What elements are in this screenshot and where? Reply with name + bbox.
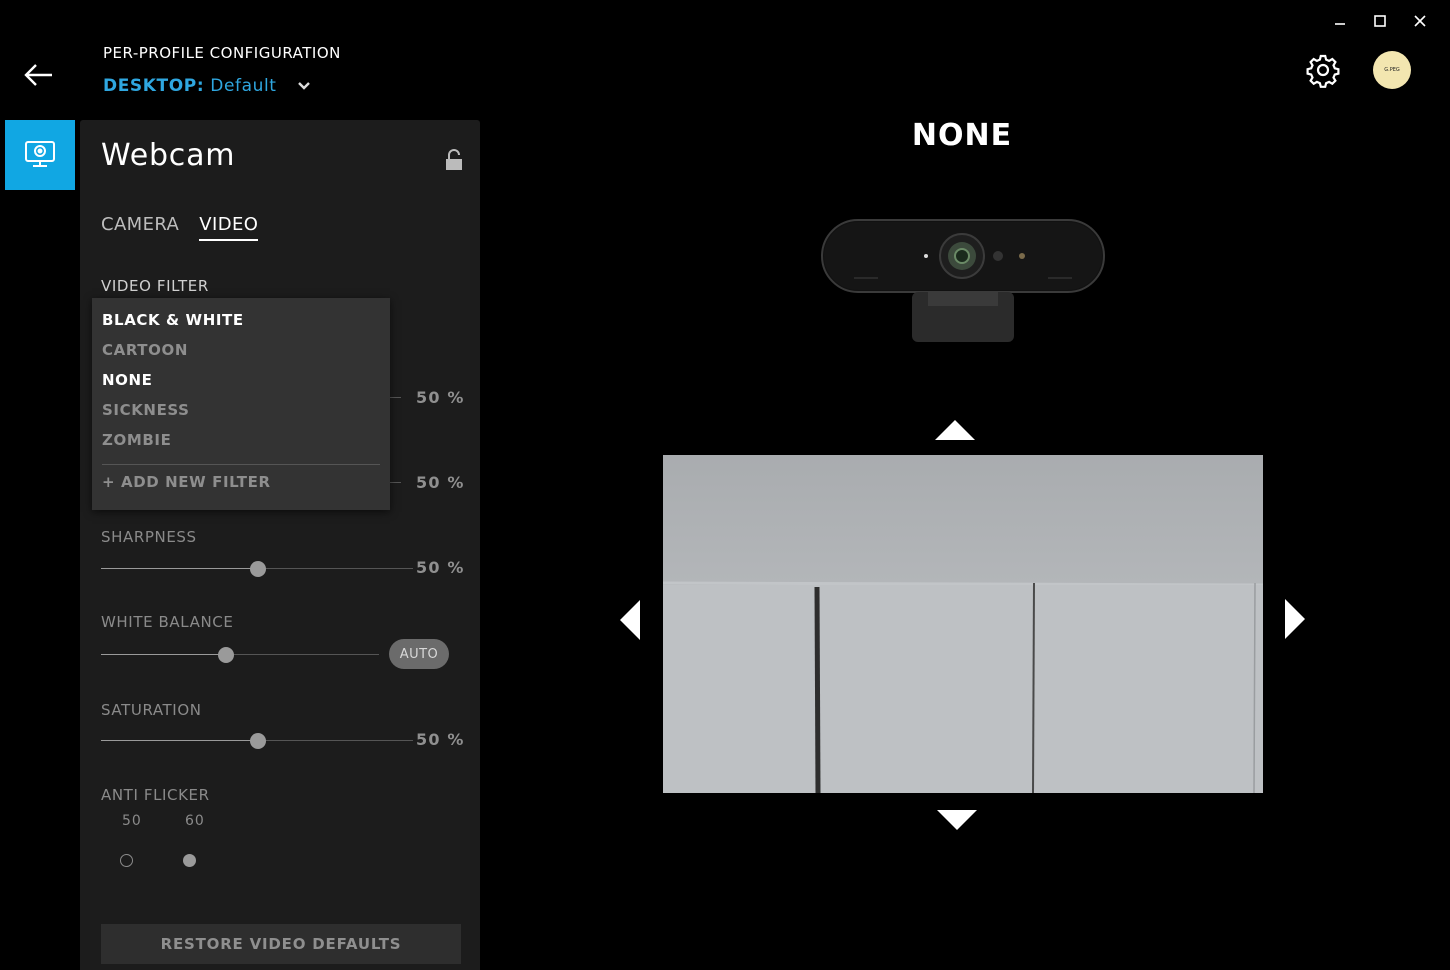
anti-flicker-label: ANTI FLICKER xyxy=(101,786,210,804)
anti-flicker-option-50-label: 50 xyxy=(122,813,142,829)
avatar-text: G.PEG xyxy=(1384,67,1400,73)
device-label: DESKTOP: xyxy=(103,76,205,96)
add-new-filter-button[interactable]: + ADD NEW FILTER xyxy=(102,473,271,491)
window-controls xyxy=(1320,8,1440,34)
tab-video[interactable]: VIDEO xyxy=(199,214,259,241)
unlock-icon xyxy=(446,149,462,170)
back-button[interactable] xyxy=(22,60,58,90)
anti-flicker-option-60-label: 60 xyxy=(185,813,205,829)
saturation-label: SATURATION xyxy=(101,701,202,719)
tilt-down-arrow-icon[interactable] xyxy=(937,810,977,830)
minimize-button[interactable] xyxy=(1320,8,1360,34)
filter-option-zombie[interactable]: ZOMBIE xyxy=(102,431,171,449)
video-filter-label: VIDEO FILTER xyxy=(101,277,209,295)
saturation-slider[interactable] xyxy=(101,731,413,751)
white-balance-auto-button[interactable]: AUTO xyxy=(389,639,449,669)
pan-right-arrow-icon[interactable] xyxy=(1285,599,1305,639)
minimize-icon xyxy=(1335,23,1345,25)
dropdown-divider xyxy=(102,464,380,465)
arrow-left-icon xyxy=(24,64,52,86)
tilt-up-arrow-icon[interactable] xyxy=(935,420,975,440)
avatar[interactable]: G.PEG xyxy=(1373,51,1411,89)
profile-name: Default xyxy=(210,76,277,96)
slider-2-value: 50 % xyxy=(416,473,465,492)
video-filter-dropdown: BLACK & WHITE CARTOON NONE SICKNESS ZOMB… xyxy=(92,298,390,510)
webcam-settings-panel: Webcam CAMERA VIDEO VIDEO FILTER 50 % 50… xyxy=(80,120,480,970)
camera-preview-image xyxy=(663,455,1263,793)
saturation-value: 50 % xyxy=(416,730,465,749)
pan-left-arrow-icon[interactable] xyxy=(620,600,640,640)
sharpness-slider[interactable] xyxy=(101,559,413,579)
maximize-icon xyxy=(1374,15,1386,27)
chevron-down-icon xyxy=(297,82,310,90)
saturation-slider-knob[interactable] xyxy=(250,733,266,749)
close-button[interactable] xyxy=(1400,8,1440,34)
gear-icon xyxy=(1306,54,1340,88)
page-title: PER-PROFILE CONFIGURATION xyxy=(103,44,341,62)
settings-button[interactable] xyxy=(1305,52,1341,88)
restore-video-defaults-button[interactable]: RESTORE VIDEO DEFAULTS xyxy=(101,924,461,964)
profile-selector[interactable]: DESKTOP: Default xyxy=(103,76,341,96)
panel-title: Webcam xyxy=(101,138,236,173)
sharpness-value: 50 % xyxy=(416,558,465,577)
device-tab-webcam[interactable] xyxy=(5,120,75,190)
anti-flicker-radio-60[interactable] xyxy=(183,854,196,867)
close-icon xyxy=(1414,15,1426,27)
filter-option-sickness[interactable]: SICKNESS xyxy=(102,401,190,419)
lock-button[interactable] xyxy=(444,149,464,171)
webcam-icon xyxy=(25,141,55,167)
filter-option-none[interactable]: NONE xyxy=(102,371,153,389)
filter-option-black-white[interactable]: BLACK & WHITE xyxy=(102,311,244,329)
filter-option-cartoon[interactable]: CARTOON xyxy=(102,341,188,359)
slider-1-value: 50 % xyxy=(416,388,465,407)
white-balance-label: WHITE BALANCE xyxy=(101,613,234,631)
anti-flicker-radio-50[interactable] xyxy=(120,854,133,867)
panel-tabs: CAMERA VIDEO xyxy=(101,214,259,241)
webcam-device-image xyxy=(821,219,1105,342)
white-balance-slider-knob[interactable] xyxy=(218,647,234,663)
white-balance-slider[interactable] xyxy=(101,645,379,665)
sharpness-label: SHARPNESS xyxy=(101,528,197,546)
maximize-button[interactable] xyxy=(1360,8,1400,34)
sharpness-slider-knob[interactable] xyxy=(250,561,266,577)
tab-camera[interactable]: CAMERA xyxy=(101,214,179,241)
camera-preview xyxy=(663,455,1263,793)
profile-header: PER-PROFILE CONFIGURATION DESKTOP: Defau… xyxy=(103,44,341,96)
current-filter-name: NONE xyxy=(911,118,1013,153)
